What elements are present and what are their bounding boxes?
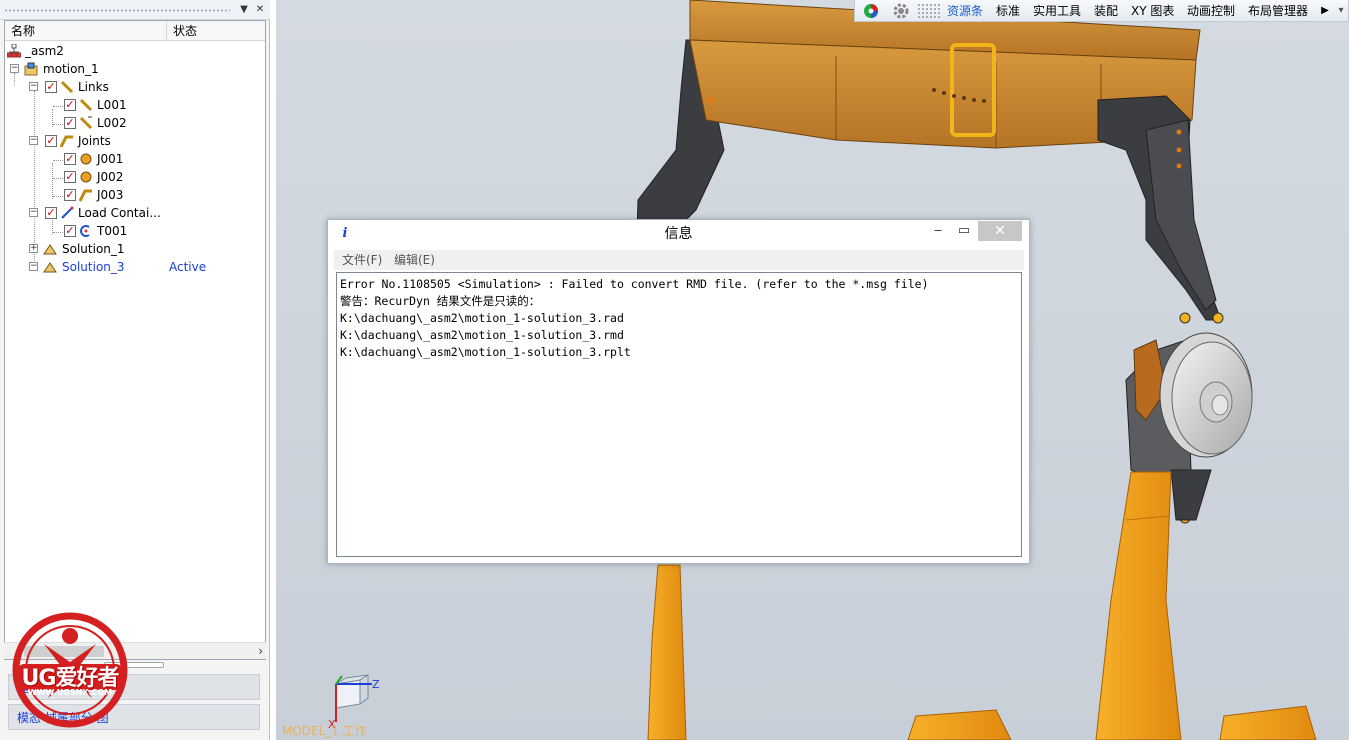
visibility-checkbox[interactable]: ✓ [64, 99, 76, 111]
scroll-right-icon[interactable]: › [258, 643, 263, 660]
logo-url: WWW.UGSNX.COM [27, 688, 113, 697]
visibility-checkbox[interactable]: ✓ [64, 153, 76, 165]
tree-node-links[interactable]: − ✓ Links [5, 78, 265, 96]
tree-node-label: Links [78, 80, 109, 94]
toolbar-options-icon[interactable]: ▾ [1335, 0, 1347, 22]
tree-node-label: _asm2 [25, 44, 64, 58]
collapse-icon[interactable]: − [29, 262, 38, 271]
toolbar-tab-standard[interactable]: 标准 [996, 0, 1020, 22]
expand-icon[interactable]: + [29, 244, 38, 253]
info-icon: i [342, 226, 348, 241]
info-line: K:\dachuang\_asm2\motion_1-solution_3.rp… [340, 345, 631, 359]
toolbar-tab-resource-bar[interactable]: 资源条 [947, 0, 983, 22]
tree-node-solution1[interactable]: + Solution_1 [5, 240, 265, 258]
link-icon [79, 116, 93, 130]
status-badge: Active [169, 260, 207, 274]
visibility-checkbox[interactable]: ✓ [45, 135, 57, 147]
tree-node-j002[interactable]: ✓ J002 [5, 168, 265, 186]
column-header-name[interactable]: 名称 [5, 21, 167, 41]
tree-node-label: motion_1 [43, 62, 99, 76]
info-line: K:\dachuang\_asm2\motion_1-solution_3.rm… [340, 328, 624, 342]
dialog-menubar: 文件(F) 编辑(E) [334, 250, 1024, 270]
tree-node-t001[interactable]: ✓ T001 [5, 222, 265, 240]
tree-node-label: Joints [78, 134, 111, 148]
toolbar-tab-animation[interactable]: 动画控制 [1187, 0, 1235, 22]
load-icon [61, 206, 74, 219]
info-text-area[interactable]: Error No.1108505 <Simulation> : Failed t… [336, 272, 1022, 557]
tree-node-motion1[interactable]: − motion_1 [5, 60, 265, 78]
visibility-checkbox[interactable]: ✓ [64, 117, 76, 129]
tree-node-asm2[interactable]: _asm2 [5, 42, 265, 60]
visibility-checkbox[interactable]: ✓ [64, 225, 76, 237]
tree-header: 名称 状态 [5, 21, 265, 41]
tree-node-label: J003 [97, 188, 124, 202]
work-view-label: MODEL_1 工作 [282, 724, 367, 738]
tree-node-solution3[interactable]: − Solution_3 Active [5, 258, 265, 276]
navigator-titlebar[interactable]: ▼ ✕ [0, 0, 270, 20]
maximize-button[interactable]: ▭ [954, 221, 974, 241]
tree-node-label: J001 [97, 152, 124, 166]
tree-node-label: T001 [97, 224, 128, 238]
tree-node-load-container[interactable]: − ✓ Load Contai... [5, 204, 265, 222]
menu-file[interactable]: 文件(F) [342, 250, 382, 270]
tree-node-label: Load Contai... [78, 206, 161, 220]
visibility-checkbox[interactable]: ✓ [64, 189, 76, 201]
tree-node-j001[interactable]: ✓ J001 [5, 150, 265, 168]
solution-icon [43, 244, 57, 255]
close-icon[interactable]: ✕ [252, 1, 268, 18]
tree-node-label: Solution_1 [62, 242, 125, 256]
dialog-title: 信息 [664, 226, 693, 242]
toolbar-grip[interactable] [917, 3, 941, 19]
torque-icon [80, 225, 90, 237]
toolbar-more-icon[interactable]: ▶ [1319, 0, 1331, 22]
link-icon [60, 80, 74, 94]
toolbar-strip: 资源条 标准 实用工具 装配 XY 图表 动画控制 布局管理器 ▶ ▾ [854, 0, 1349, 22]
minimize-button[interactable]: ‒ [928, 221, 948, 241]
drag-grip[interactable] [4, 9, 230, 12]
collapse-icon[interactable]: − [29, 82, 38, 91]
menu-edit[interactable]: 编辑(E) [394, 250, 435, 270]
tree-node-label: L002 [97, 116, 127, 130]
motion-sim-icon [24, 62, 38, 76]
close-button[interactable]: ✕ [978, 221, 1022, 241]
collapse-icon[interactable]: − [29, 136, 38, 145]
toolbar-tab-utilities[interactable]: 实用工具 [1033, 0, 1081, 22]
toolbar-tab-layout-manager[interactable]: 布局管理器 [1248, 0, 1308, 22]
information-dialog: 信息 i ‒ ▭ ✕ 文件(F) 编辑(E) Error No.1108505 … [327, 219, 1030, 564]
dialog-titlebar[interactable]: 信息 i ‒ ▭ ✕ [328, 220, 1029, 249]
navigator-tree: 名称 状态 _asm2 − motion_1 − ✓ Links ✓ L001 … [4, 20, 266, 660]
tree-node-label: L001 [97, 98, 127, 112]
visibility-checkbox[interactable]: ✓ [45, 207, 57, 219]
chevron-down-icon[interactable]: ▼ [236, 1, 252, 18]
solution-icon [43, 262, 57, 273]
link-icon [79, 98, 93, 112]
info-line: K:\dachuang\_asm2\motion_1-solution_3.ra… [340, 311, 624, 325]
visibility-checkbox[interactable]: ✓ [45, 81, 57, 93]
info-line: Error No.1108505 <Simulation> : Failed t… [340, 277, 929, 291]
joint-icon [80, 153, 92, 165]
collapse-icon[interactable]: − [10, 64, 19, 73]
assembly-icon [7, 44, 21, 58]
tree-node-label: J002 [97, 170, 124, 184]
column-header-status[interactable]: 状态 [167, 21, 265, 41]
info-line: 警告：RecurDyn 结果文件是只读的： [340, 294, 541, 308]
tree-node-label: Solution_3 [62, 260, 125, 274]
toolbar-tab-assembly[interactable]: 装配 [1094, 0, 1118, 22]
tree-node-l002[interactable]: ✓ L002 [5, 114, 265, 132]
joint-icon [79, 189, 92, 202]
toolbar-tab-xy-graph[interactable]: XY 图表 [1131, 0, 1174, 22]
visibility-checkbox[interactable]: ✓ [64, 171, 76, 183]
color-wheel-icon[interactable] [863, 3, 879, 19]
tree-node-j003[interactable]: ✓ J003 [5, 186, 265, 204]
tree-node-joints[interactable]: − ✓ Joints [5, 132, 265, 150]
collapse-icon[interactable]: − [29, 208, 38, 217]
triad-z-label: Z [372, 678, 380, 691]
joint-icon [60, 135, 73, 148]
joint-icon [80, 171, 92, 183]
part-navigator: ▼ ✕ 名称 状态 _asm2 − motion_1 − ✓ Links ✓ L… [0, 0, 270, 740]
tree-node-l001[interactable]: ✓ L001 [5, 96, 265, 114]
gear-icon[interactable] [893, 3, 909, 19]
